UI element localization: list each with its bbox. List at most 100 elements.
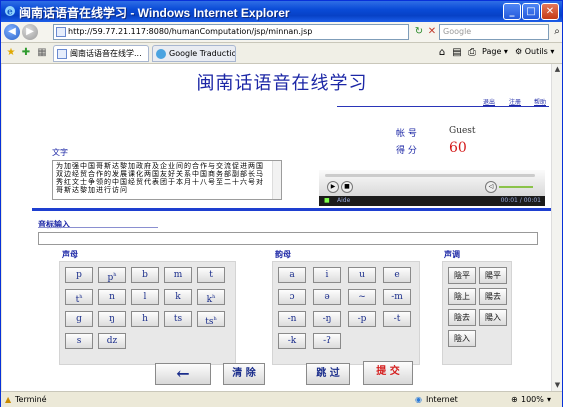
tone-key[interactable]: 陰去 [448,309,476,326]
logout-link[interactable]: 退出 [483,97,495,106]
phonetic-answer-input[interactable] [38,232,538,245]
consonant-key[interactable]: l [131,289,159,305]
refresh-icon[interactable]: ↻ [412,24,426,40]
title-underline [337,106,549,107]
feeds-icon[interactable]: ▤ [450,45,464,61]
tone-key[interactable]: 陽平 [479,267,507,284]
seek-bar[interactable] [325,174,535,177]
help-link[interactable]: 帮助 [534,97,546,106]
vowel-key[interactable]: u [348,267,376,283]
page-menu-label: Page [482,47,502,56]
audio-player: ▶ ■ ◁ ■ Aide 00:01 / 00:01 [319,170,545,206]
consonant-key[interactable]: g [65,311,93,327]
address-text: http://59.77.21.117:8080/humanComputatio… [68,27,313,36]
account-value: Guest [449,126,476,136]
tools-menu-label: Outils [524,47,548,56]
consonant-key[interactable]: b [131,267,159,283]
clear-button[interactable]: 清 除 [223,363,265,385]
window-title: 闽南话语音在线学习 - Windows Internet Explorer [19,6,290,20]
search-input[interactable]: Google [439,24,549,40]
page-tab-icon [57,49,67,59]
zoom-level[interactable]: 100% [521,392,544,407]
address-bar-row: ◀ ▶ http://59.77.21.117:8080/humanComput… [1,22,562,43]
submit-button[interactable]: 提 交 [363,361,413,385]
consonant-key[interactable]: t [197,267,225,283]
consonant-key[interactable]: n [98,289,126,305]
address-input[interactable]: http://59.77.21.117:8080/humanComputatio… [53,24,409,40]
play-icon[interactable]: ▶ [327,181,339,193]
vowel-panel: a i u e ɔ ə ~ -m -n -ŋ -p -t -k -ʔ [272,261,420,365]
backspace-button[interactable]: ← [155,363,211,385]
vowel-key[interactable]: ~ [348,289,376,305]
close-button[interactable]: ✕ [541,3,559,20]
volume-slider[interactable] [499,186,533,188]
tone-key[interactable]: 陰平 [448,267,476,284]
home-icon[interactable]: ⌂ [435,45,449,61]
maximize-button[interactable]: □ [522,3,540,20]
page-title: 闽南话语音在线学习 [196,73,368,94]
tools-menu[interactable]: ⚙ Outils ▾ [515,47,554,56]
passage-textarea[interactable]: 为加强中国哥斯达黎加政府及企业间的合作与交流促进两国双边经贸合作的发展课化两国友… [52,160,282,200]
text-section-label: 文字 [52,148,68,157]
tab-minnan[interactable]: 闽南话语音在线学... [53,45,149,62]
zoom-dropdown-icon[interactable]: ▾ [547,392,551,407]
page-icon [56,27,66,37]
print-icon[interactable]: ⎙ [465,45,479,61]
vowel-key[interactable]: ɔ [278,289,306,305]
phonetic-input-underline [38,227,158,228]
vowel-key[interactable]: -k [278,333,306,349]
consonant-key[interactable]: h [131,311,159,327]
add-favorite-icon[interactable]: ✚ [19,45,33,61]
consonant-key[interactable]: kh [197,289,225,305]
consonant-key[interactable]: m [164,267,192,283]
back-nav-icon[interactable]: ◀ [4,24,20,40]
zoom-icon[interactable]: ⊕ [511,392,518,407]
search-icon[interactable]: ⌕ [550,24,563,40]
consonant-key[interactable]: s [65,333,93,349]
consonant-panel: p ph b m t th n l k kh g ŋ h ts tsh s dz [59,261,236,365]
tab-list-icon[interactable]: ▦ [35,45,49,61]
passage-scrollbar[interactable] [272,161,281,199]
svg-text:e: e [7,8,13,18]
consonant-label: 声母 [62,249,78,259]
vowel-key[interactable]: -p [348,311,376,327]
vowel-key[interactable]: a [278,267,306,283]
tone-key[interactable]: 陰上 [448,288,476,305]
tone-key[interactable]: 陽入 [479,309,507,326]
vowel-label: 韵母 [275,249,291,259]
stop-icon[interactable]: ✕ [425,24,439,40]
consonant-key[interactable]: ph [98,267,126,283]
phonetic-input-label: 音标输入 [38,219,70,229]
consonant-key[interactable]: ts [164,311,192,327]
scroll-up-icon[interactable]: ▲ [552,64,563,75]
consonant-key[interactable]: dz [98,333,126,349]
vowel-key[interactable]: ə [313,289,341,305]
minimize-button[interactable]: _ [503,3,521,20]
vowel-key[interactable]: i [313,267,341,283]
vowel-key[interactable]: -n [278,311,306,327]
consonant-key[interactable]: th [65,289,93,305]
consonant-key[interactable]: k [164,289,192,305]
vowel-key[interactable]: -t [383,311,411,327]
vowel-key[interactable]: e [383,267,411,283]
vowel-key[interactable]: -m [383,289,411,305]
mute-icon[interactable]: ◁ [485,181,497,193]
tab-google-traduction[interactable]: Google Traduction [152,45,236,62]
section-divider [32,208,551,211]
consonant-key[interactable]: p [65,267,93,283]
status-text: Terminé [15,395,47,404]
consonant-key[interactable]: ŋ [98,311,126,327]
vowel-key[interactable]: -ŋ [313,311,341,327]
scroll-down-icon[interactable]: ▼ [552,380,563,391]
skip-button[interactable]: 跳 过 [306,363,350,385]
consonant-key[interactable]: tsh [197,311,225,327]
register-link[interactable]: 注册 [509,97,521,106]
page-menu[interactable]: Page ▾ [482,47,508,56]
favorites-star-icon[interactable]: ★ [4,45,18,61]
vowel-key[interactable]: -ʔ [313,333,341,349]
tone-key[interactable]: 陽去 [479,288,507,305]
tone-key[interactable]: 陰入 [448,330,476,347]
stop-player-icon[interactable]: ■ [341,181,353,193]
vertical-scrollbar[interactable]: ▲ ▼ [551,64,562,391]
forward-nav-icon[interactable]: ▶ [22,24,38,40]
